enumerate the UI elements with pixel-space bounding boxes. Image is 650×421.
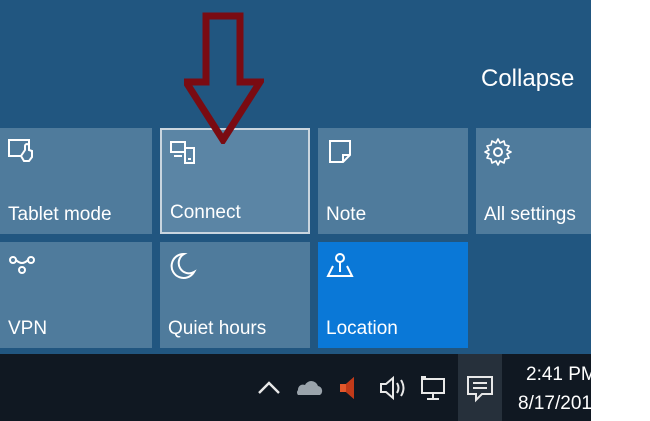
tile-label: Connect <box>170 202 241 223</box>
note-icon <box>329 140 351 163</box>
moon-icon <box>170 252 197 279</box>
down-arrow-annotation <box>184 12 264 144</box>
taskbar: 2:41 PM 8/17/2015 <box>0 354 603 421</box>
tile-location[interactable]: Location <box>318 242 468 348</box>
tablet-mode-icon <box>8 139 33 162</box>
tile-quiet-hours[interactable]: Quiet hours <box>160 242 310 348</box>
location-icon <box>326 253 354 277</box>
tile-label: Note <box>326 204 367 225</box>
gear-icon <box>484 138 512 166</box>
clock-time[interactable]: 2:41 PM <box>526 364 597 386</box>
action-center-button[interactable] <box>458 354 502 421</box>
collapse-link[interactable]: Collapse <box>481 63 574 95</box>
tile-tablet-mode[interactable]: Tablet mode <box>0 128 152 234</box>
clock-date[interactable]: 8/17/2015 <box>518 393 603 415</box>
chevron-up-icon[interactable] <box>252 372 286 404</box>
tile-label: Location <box>326 318 398 339</box>
tile-vpn[interactable]: VPN <box>0 242 152 348</box>
onedrive-cloud-icon[interactable] <box>292 372 326 404</box>
volume-muted-icon[interactable] <box>334 372 368 404</box>
tile-note[interactable]: Note <box>318 128 468 234</box>
network-icon[interactable] <box>418 372 452 404</box>
tile-label: VPN <box>8 318 48 339</box>
action-center-panel: Collapse Tablet mode Connect Note All se… <box>0 0 591 354</box>
tile-all-settings[interactable]: All settings <box>476 128 591 234</box>
speaker-icon[interactable] <box>376 372 410 404</box>
vpn-icon <box>9 256 35 274</box>
tile-label: Tablet mode <box>8 204 112 225</box>
tile-label: Quiet hours <box>168 318 267 339</box>
action-center-icon <box>467 376 493 403</box>
tile-label: All settings <box>484 204 576 225</box>
